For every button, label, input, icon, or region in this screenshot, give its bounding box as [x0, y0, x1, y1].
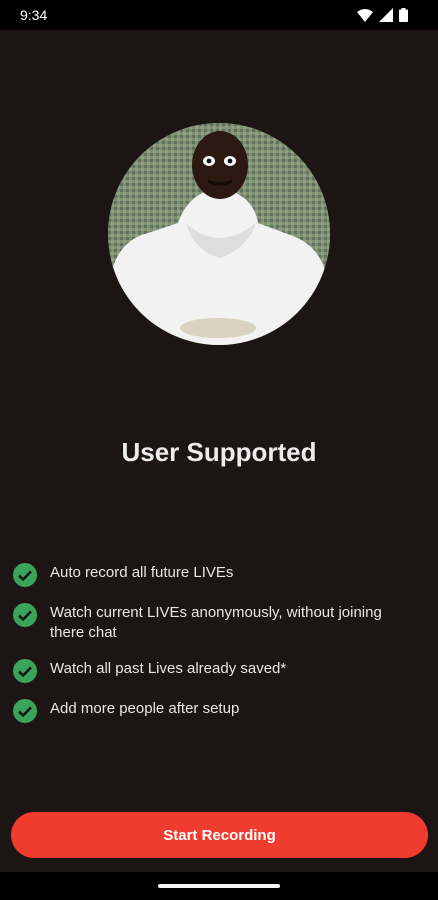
feature-text: Watch all past Lives already saved* — [50, 660, 287, 677]
status-bar: 9:34 — [0, 0, 438, 30]
signal-icon — [379, 8, 393, 27]
feature-text: Add more people after setup — [50, 700, 240, 717]
status-time: 9:34 — [20, 7, 48, 23]
feature-text: Watch current LIVEs anonymously, without… — [50, 604, 382, 641]
status-icons — [357, 8, 408, 27]
feature-item: Watch all past Lives already saved* — [13, 659, 413, 683]
check-icon — [13, 563, 37, 587]
battery-icon — [399, 8, 408, 27]
check-icon — [13, 659, 37, 683]
app-screen: 9:34 User Supported Auto record all futu… — [0, 0, 438, 900]
feature-text: Auto record all future LIVEs — [50, 564, 234, 581]
start-recording-button[interactable]: Start Recording — [11, 812, 428, 858]
wifi-icon — [357, 8, 373, 27]
profile-photo — [108, 123, 330, 345]
check-icon — [13, 699, 37, 723]
feature-list: Auto record all future LIVEs Watch curre… — [13, 563, 413, 739]
navigation-bar — [0, 872, 438, 900]
feature-item: Add more people after setup — [13, 699, 413, 723]
profile-avatar — [108, 123, 330, 345]
home-indicator[interactable] — [158, 884, 280, 888]
check-icon — [13, 603, 37, 627]
feature-item: Auto record all future LIVEs — [13, 563, 413, 587]
feature-item: Watch current LIVEs anonymously, without… — [13, 603, 413, 643]
page-title: User Supported — [121, 437, 317, 467]
